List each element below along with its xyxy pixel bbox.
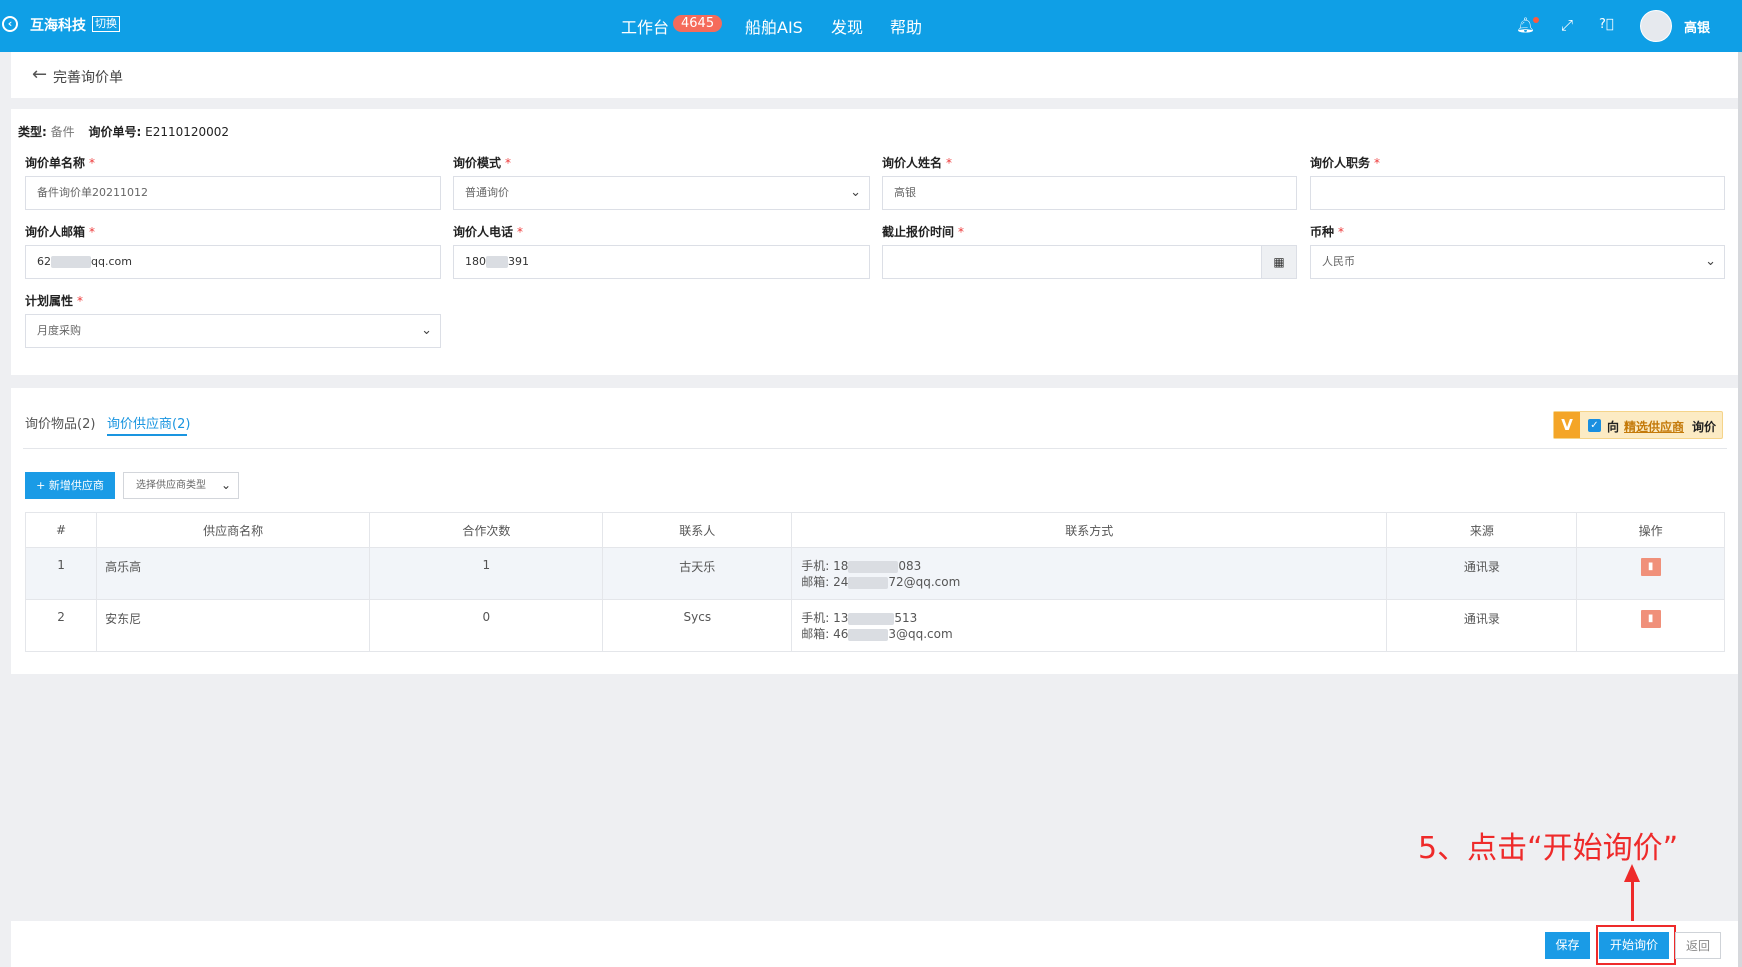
add-supplier-button[interactable]: + 新增供应商 [25, 472, 115, 499]
back-arrow-icon[interactable]: ← [32, 64, 47, 85]
inquiry-mode-select[interactable]: 普通询价 ⌄ [453, 176, 870, 210]
tutorial-annotation: 5、点击“开始询价” [1418, 831, 1679, 866]
preferred-supplier-option[interactable]: V ✓ 向 精选供应商 询价 [1553, 411, 1723, 439]
supplier-name: 安东尼 [96, 599, 371, 652]
back-circle-icon[interactable]: ‹ [2, 16, 18, 32]
contact-person: 古天乐 [602, 547, 793, 600]
inquiry-meta: 类型: 备件 询价单号: E2110120002 [18, 123, 229, 140]
col-cooperation-count: 合作次数 [369, 512, 604, 548]
row-actions: ▮ [1576, 547, 1725, 600]
contact-person: Sycs [602, 599, 793, 652]
type-value: 备件 [50, 125, 75, 139]
currency-field-label: 币种 * [1310, 225, 1345, 239]
plan-select[interactable]: 月度采购 ⌄ [25, 314, 441, 348]
plan-field-label: 计划属性 * [25, 294, 84, 308]
supplier-type-select[interactable]: 选择供应商类型 ⌄ [123, 472, 239, 499]
contact-info: 手机: 13 513 邮箱: 46 3@qq.com [791, 599, 1388, 652]
inquiry-form: 类型: 备件 询价单号: E2110120002 询价单名称 * 备件询价单202… [11, 109, 1739, 375]
col-source: 来源 [1386, 512, 1578, 548]
chevron-down-icon: ⌄ [421, 323, 432, 338]
fullscreen-icon[interactable]: ⤢ [1561, 16, 1573, 34]
active-tab-indicator [107, 434, 187, 436]
chevron-down-icon: ⌄ [1705, 254, 1716, 269]
person-field-label: 询价人姓名 * [882, 156, 953, 170]
table-row: 2 安东尼 0 Sycs 手机: 13 513 邮箱: 46 3@qq.com 通讯… [24, 599, 1725, 652]
avatar[interactable] [1640, 10, 1672, 42]
user-name[interactable]: 高银 [1684, 17, 1710, 36]
col-actions: 操作 [1576, 512, 1725, 548]
currency-select[interactable]: 人民币 ⌄ [1310, 245, 1725, 279]
name-field-label: 询价单名称 * [25, 156, 96, 170]
tab-suppliers[interactable]: 询价供应商(2) [107, 413, 190, 432]
supplier-name: 高乐高 [96, 547, 371, 600]
row-index: 1 [24, 547, 98, 600]
preferred-checkbox[interactable]: ✓ [1588, 419, 1601, 432]
table-row: 1 高乐高 1 古天乐 手机: 18 083 邮箱: 24 72@qq.com 通讯… [24, 547, 1725, 600]
inquiry-no-value: E2110120002 [145, 125, 230, 139]
brand-name: 互海科技 [30, 18, 86, 34]
delete-icon[interactable]: ▮ [1640, 610, 1661, 628]
contact-info: 手机: 18 083 邮箱: 24 72@qq.com [791, 547, 1388, 600]
breadcrumb: ← 完善询价单 [11, 52, 1739, 98]
inquirer-email-input[interactable]: 62 qq.com [25, 245, 441, 279]
preferred-supplier-link[interactable]: 精选供应商 [1624, 418, 1684, 435]
inquirer-name-input[interactable]: 高银 [882, 176, 1297, 210]
source: 通讯录 [1386, 599, 1578, 652]
deadline-input[interactable]: ▦ [882, 245, 1297, 279]
workbench-badge: 4645 [673, 15, 723, 32]
phone-field-label: 询价人电话 * [453, 225, 524, 239]
preferred-text-1: 向 [1607, 420, 1620, 434]
row-index: 2 [24, 599, 98, 652]
inquirer-phone-input[interactable]: 180 391 [453, 245, 870, 279]
notification-dot [1533, 17, 1539, 23]
cooperation-count: 1 [369, 547, 604, 600]
calendar-icon[interactable]: ▦ [1261, 246, 1296, 278]
tabs-divider [23, 448, 1727, 449]
page-scrollbar[interactable] [1738, 52, 1742, 967]
delete-icon[interactable]: ▮ [1640, 558, 1661, 576]
type-label: 类型: [18, 125, 47, 139]
row-actions: ▮ [1576, 599, 1725, 652]
col-contact-info: 联系方式 [791, 512, 1388, 548]
vip-icon: V [1554, 412, 1580, 438]
nav-discover[interactable]: 发现 [831, 14, 863, 38]
save-button[interactable]: 保存 [1545, 932, 1590, 959]
supplier-panel: 询价物品(2) 询价供应商(2) V ✓ 向 精选供应商 询价 + 新增供应商 … [11, 388, 1739, 674]
highlight-box [1596, 925, 1676, 965]
email-field-label: 询价人邮箱 * [25, 225, 96, 239]
nav-ship-ais[interactable]: 船舶AIS [745, 14, 803, 38]
preferred-text-2: 询价 [1692, 420, 1717, 434]
inquiry-name-input[interactable]: 备件询价单20211012 [25, 176, 441, 210]
back-button[interactable]: 返回 [1675, 932, 1721, 959]
help-icon[interactable]: ?⃝ [1599, 17, 1614, 32]
supplier-table: # 供应商名称 合作次数 联系人 联系方式 来源 操作 1 高乐高 1 古天乐 … [24, 512, 1725, 652]
nav-help[interactable]: 帮助 [890, 14, 922, 38]
chevron-down-icon: ⌄ [850, 185, 861, 200]
inquiry-no-label: 询价单号: [88, 125, 142, 139]
table-header: # 供应商名称 合作次数 联系人 联系方式 来源 操作 [24, 512, 1725, 548]
plus-icon: + [36, 479, 46, 492]
footer-actions: 保存 开始询价 返回 [11, 921, 1739, 967]
col-contact: 联系人 [602, 512, 793, 548]
title-field-label: 询价人职务 * [1310, 156, 1381, 170]
mode-field-label: 询价模式 * [453, 156, 512, 170]
cooperation-count: 0 [369, 599, 604, 652]
col-index: # [24, 512, 98, 548]
deadline-field-label: 截止报价时间 * [882, 225, 965, 239]
tab-items[interactable]: 询价物品(2) [25, 413, 95, 432]
source: 通讯录 [1386, 547, 1578, 600]
page-title: 完善询价单 [53, 70, 123, 86]
inquirer-title-input[interactable] [1310, 176, 1725, 210]
chevron-down-icon: ⌄ [220, 478, 231, 492]
nav-workbench[interactable]: 工作台 [621, 14, 669, 38]
switch-link[interactable]: 切换 [92, 16, 120, 32]
col-supplier-name: 供应商名称 [96, 512, 371, 548]
top-bar: ‹ 互海科技 切换 工作台 4645 船舶AIS 发现 帮助 🔔︎ ⤢ ?⃝ 高… [0, 0, 1742, 52]
